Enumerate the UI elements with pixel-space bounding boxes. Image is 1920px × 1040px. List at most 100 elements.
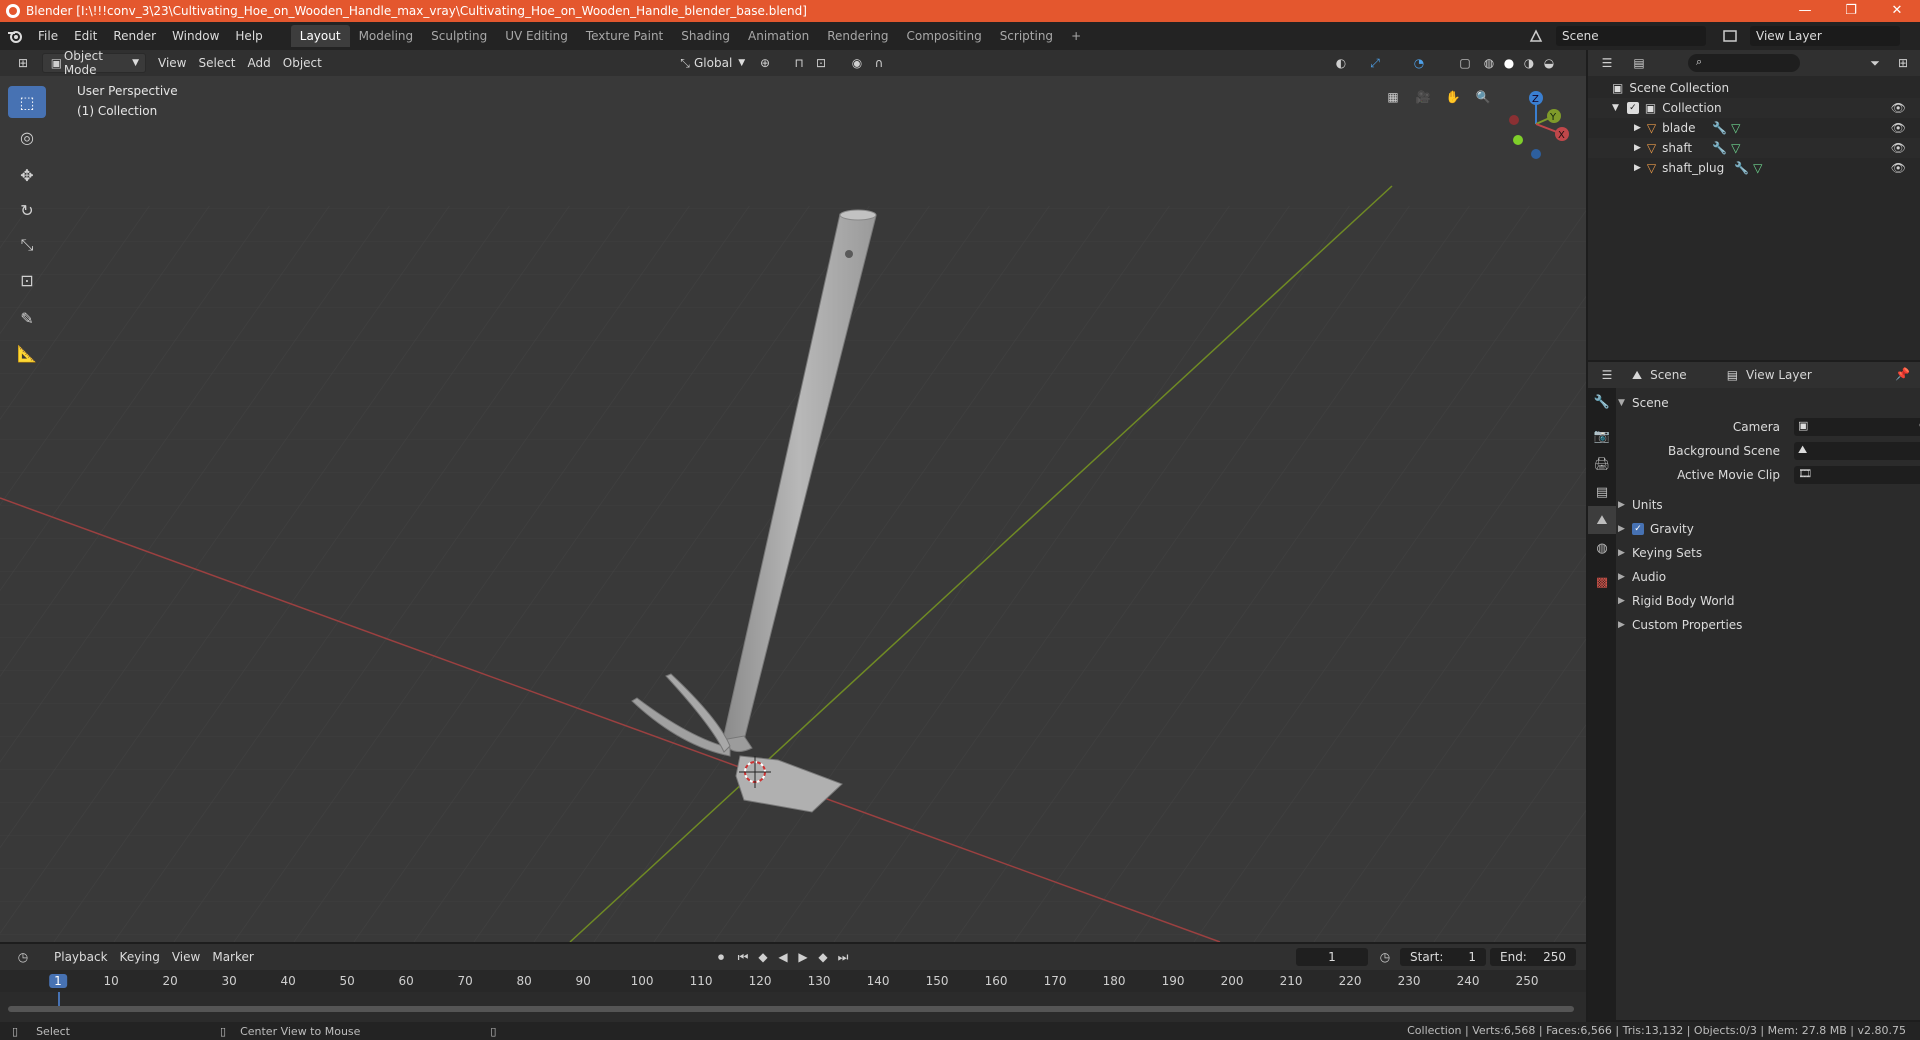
outliner-object-row[interactable]: ▶ ▽ shaft_plug 🔧 ▽ 👁 [1588,158,1920,178]
wireframe-shading-icon[interactable]: ◍ [1480,54,1498,72]
move-tool-icon[interactable]: ✥ [8,159,46,191]
breadcrumb-view-layer[interactable]: View Layer [1746,368,1812,382]
display-mode-icon[interactable]: ▤ [1630,54,1648,72]
eye-icon[interactable]: 👁 [1891,161,1906,175]
timeline-scrollbar[interactable] [8,1006,1574,1012]
mode-dropdown[interactable]: ▣ Object Mode ▼ [42,49,146,77]
audio-panel[interactable]: ▶ Audio [1618,566,1918,588]
gizmo-icon[interactable]: ⤢ [1366,54,1384,72]
gravity-panel[interactable]: ▶ ✓ Gravity [1618,518,1918,540]
collection-checkbox[interactable]: ✓ [1626,102,1639,114]
editor-type-button[interactable]: ⊞ [8,53,38,73]
menu-view[interactable]: View [152,53,192,73]
view-layer-tab-icon[interactable]: ▤ [1588,478,1616,506]
expand-arrow-icon[interactable]: ▶ [1634,123,1641,133]
camera-field[interactable]: ▣ ✒ [1794,418,1920,436]
units-panel[interactable]: ▶ Units [1618,494,1918,516]
viewport-canvas[interactable] [0,76,1586,942]
preview-range-icon[interactable]: ◷ [1376,948,1394,966]
blender-menu-icon[interactable] [0,29,30,43]
tab-rendering[interactable]: Rendering [818,25,897,47]
keying-sets-panel[interactable]: ▶ Keying Sets [1618,542,1918,564]
current-frame-field[interactable]: 1 [1296,948,1368,966]
play-reverse-icon[interactable]: ◀ [774,948,792,966]
tab-shading[interactable]: Shading [672,25,739,47]
scene-selector[interactable]: Scene [1556,26,1706,46]
menu-help[interactable]: Help [227,29,270,43]
expand-arrow-icon[interactable]: ▶ [1634,163,1641,173]
play-icon[interactable]: ▶ [794,948,812,966]
scene-tab-icon[interactable]: ⛰ [1588,506,1616,534]
menu-window[interactable]: Window [164,29,227,43]
maximize-button[interactable]: ❐ [1828,0,1874,22]
active-movie-clip-field[interactable]: 🎞 [1794,466,1920,484]
end-frame-field[interactable]: End: 250 [1490,948,1576,966]
tab-uv-editing[interactable]: UV Editing [496,25,577,47]
solid-shading-icon[interactable]: ● [1500,54,1518,72]
outliner-scene-collection[interactable]: ▣ Scene Collection [1588,78,1920,98]
jump-start-icon[interactable]: ⏮ [734,948,752,966]
pivot-point-icon[interactable]: ⊕ [756,54,774,72]
tab-texture-paint[interactable]: Texture Paint [577,25,672,47]
eye-icon[interactable]: 👁 [1891,141,1906,155]
menu-file[interactable]: File [30,29,66,43]
gravity-checkbox[interactable]: ✓ [1632,523,1644,535]
add-workspace-button[interactable]: + [1062,25,1090,47]
breadcrumb-scene[interactable]: Scene [1650,368,1687,382]
eye-icon[interactable]: 👁 [1891,101,1906,115]
tab-scripting[interactable]: Scripting [991,25,1062,47]
transform-tool-icon[interactable]: ⊡ [8,264,46,296]
zoom-icon[interactable]: 🔍 [1474,88,1492,106]
outliner-object-row[interactable]: ▶ ▽ blade 🔧 ▽ 👁 [1588,118,1920,138]
pan-hand-icon[interactable]: ✋ [1444,88,1462,106]
overlay-icon[interactable]: ◔ [1410,54,1428,72]
visibility-icon[interactable]: ◐ [1332,54,1350,72]
measure-tool-icon[interactable]: 📐 [8,337,46,369]
pin-icon[interactable]: 📌 [1895,367,1910,381]
snap-target-icon[interactable]: ⊡ [812,54,830,72]
scene-panel-header[interactable]: ▼ Scene [1618,392,1918,414]
xray-icon[interactable]: ▢ [1456,54,1474,72]
eye-icon[interactable]: 👁 [1891,121,1906,135]
view-layer-selector[interactable]: View Layer [1750,26,1900,46]
outliner-editor-type-icon[interactable]: ☰ [1598,54,1616,72]
frame-ruler[interactable]: 1 10 20 30 40 50 60 70 80 90 100 110 120 130 140 150 160… [0,970,1586,992]
record-icon[interactable]: ⏺ [712,948,730,966]
tool-tab-icon[interactable]: 🔧 [1588,388,1616,416]
custom-properties-panel[interactable]: ▶ Custom Properties [1618,614,1918,636]
menu-keying[interactable]: Keying [114,947,166,967]
start-frame-field[interactable]: Start: 1 [1400,948,1486,966]
material-shading-icon[interactable]: ◑ [1520,54,1538,72]
texture-tab-icon[interactable]: ▩ [1588,568,1616,596]
tab-sculpting[interactable]: Sculpting [422,25,496,47]
menu-add[interactable]: Add [242,53,277,73]
tab-modeling[interactable]: Modeling [350,25,423,47]
rendered-shading-icon[interactable]: ◒ [1540,54,1558,72]
menu-object[interactable]: Object [277,53,328,73]
expand-arrow-icon[interactable]: ▼ [1612,103,1619,113]
orientation-dropdown[interactable]: ⤡ Global ▼ [670,53,751,73]
render-tab-icon[interactable]: 📷 [1588,422,1616,450]
falloff-icon[interactable]: ∩ [870,54,888,72]
menu-playback[interactable]: Playback [48,947,114,967]
select-box-icon[interactable]: ⬚ [8,86,46,118]
tab-animation[interactable]: Animation [739,25,818,47]
close-button[interactable]: ✕ [1874,0,1920,22]
output-tab-icon[interactable]: 🖨 [1588,450,1616,478]
menu-render[interactable]: Render [105,29,164,43]
menu-timeline-view[interactable]: View [166,947,206,967]
cursor-tool-icon[interactable]: ◎ [8,121,46,153]
scale-tool-icon[interactable]: ⤡ [8,229,46,261]
filter-icon[interactable]: ⏷ [1866,54,1884,72]
jump-end-icon[interactable]: ⏭ [834,948,852,966]
rotate-tool-icon[interactable]: ↻ [8,194,46,226]
camera-view-icon[interactable]: 🎥 [1414,88,1432,106]
menu-edit[interactable]: Edit [66,29,105,43]
timeline-editor-type-button[interactable]: ◷ [8,947,38,967]
rigid-body-world-panel[interactable]: ▶ Rigid Body World [1618,590,1918,612]
3d-viewport[interactable]: ⬚ ◎ ✥ ↻ ⤡ ⊡ ✎ 📐 User Perspective (1) Col… [0,76,1586,942]
annotate-tool-icon[interactable]: ✎ [8,302,46,334]
menu-select[interactable]: Select [192,53,241,73]
world-tab-icon[interactable]: ◍ [1588,534,1616,562]
outliner-object-row[interactable]: ▶ ▽ shaft 🔧 ▽ 👁 [1588,138,1920,158]
